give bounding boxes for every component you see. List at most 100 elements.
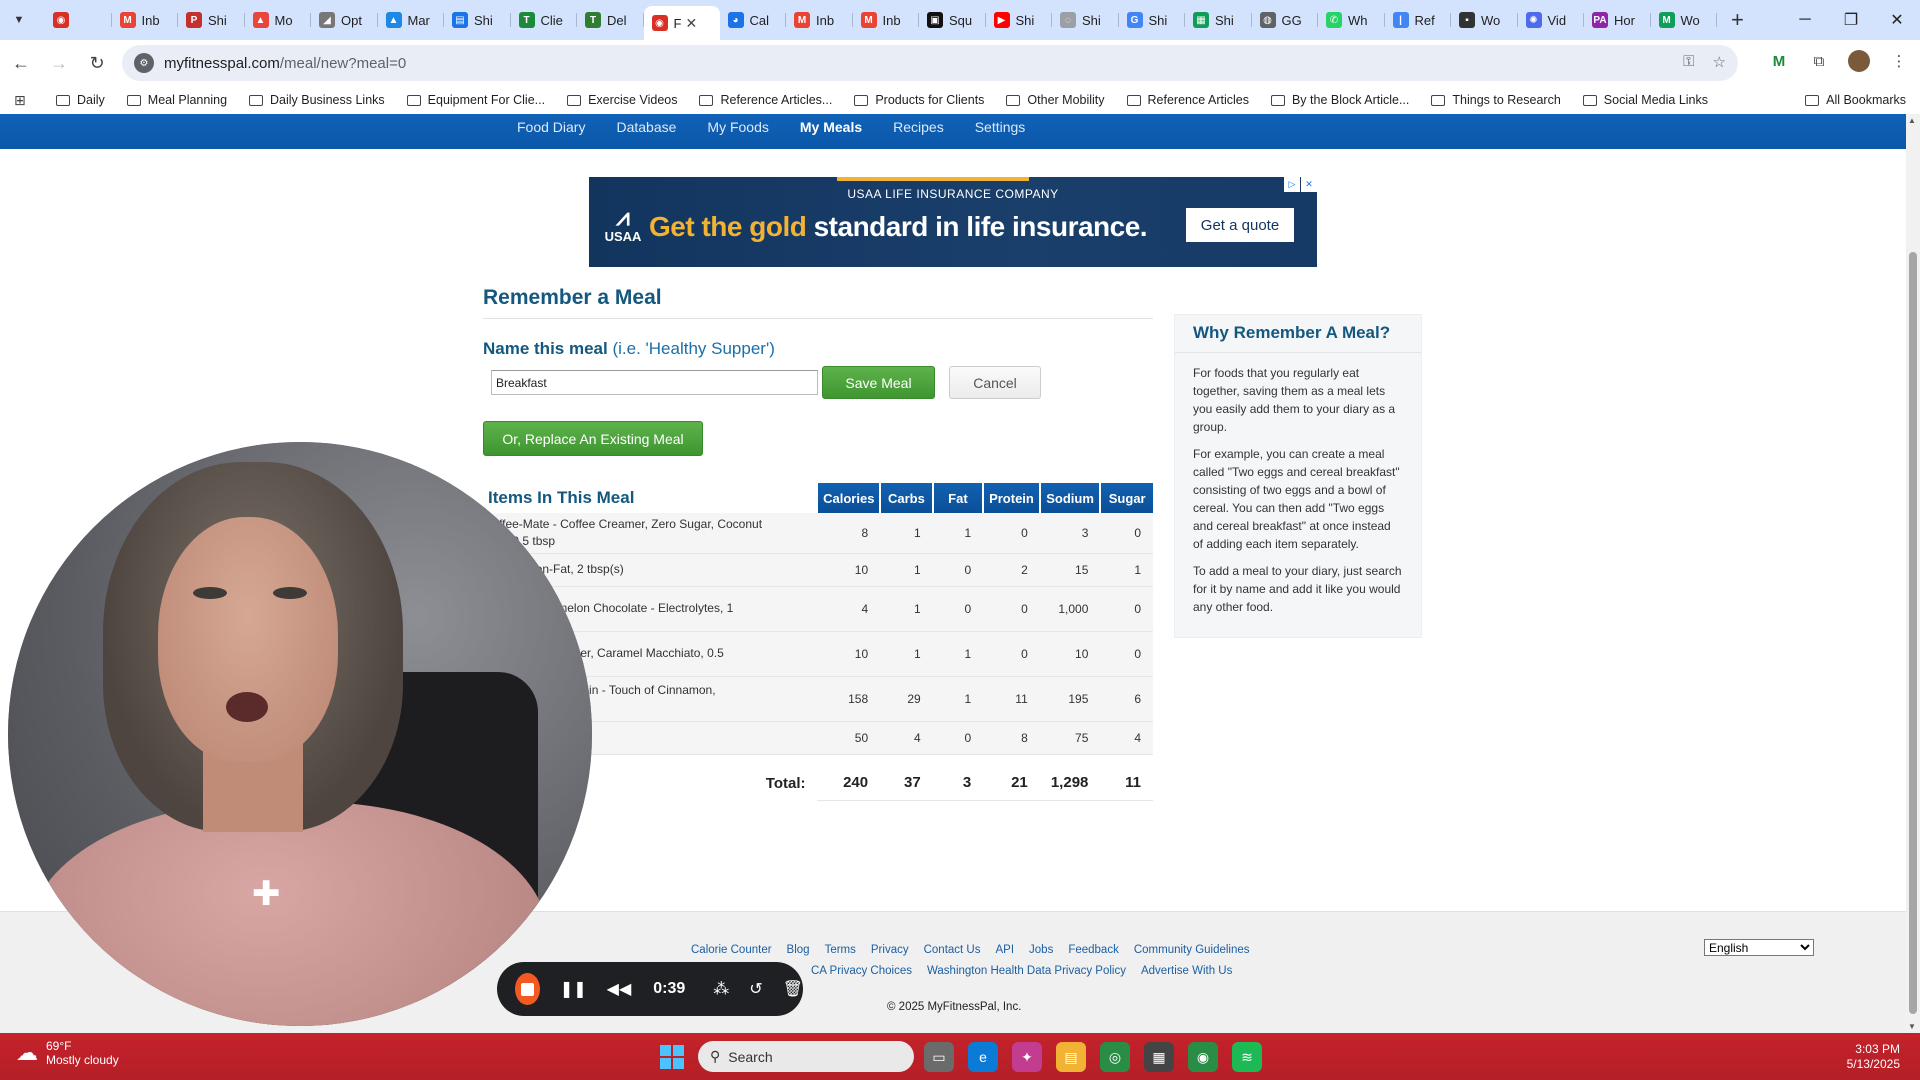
tab-search-icon[interactable]: ▼ bbox=[9, 10, 29, 30]
site-info-icon[interactable]: ⚙ bbox=[134, 53, 154, 73]
scroll-up-icon[interactable]: ▲ bbox=[1908, 116, 1916, 125]
ad-get-quote-button[interactable]: Get a quote bbox=[1186, 208, 1294, 242]
browser-tab[interactable]: P Shi bbox=[178, 4, 245, 36]
browser-tab[interactable]: M Inb bbox=[786, 4, 853, 36]
close-window-button[interactable]: ✕ bbox=[1874, 0, 1920, 40]
chrome-active-icon[interactable]: ◉ bbox=[1188, 1042, 1218, 1072]
footer-link[interactable]: Calorie Counter bbox=[691, 944, 772, 956]
scroll-thumb[interactable] bbox=[1909, 252, 1917, 1014]
scroll-down-icon[interactable]: ▼ bbox=[1908, 1022, 1916, 1031]
footer-link[interactable]: CA Privacy Choices bbox=[811, 965, 912, 977]
close-tab-icon[interactable]: ✕ bbox=[685, 15, 697, 32]
browser-tab[interactable]: ▦ Shi bbox=[1185, 4, 1252, 36]
footer-link[interactable]: Privacy bbox=[871, 944, 909, 956]
bookmark-folder[interactable]: Reference Articles... bbox=[699, 93, 832, 107]
rewind-icon[interactable]: ◀◀ bbox=[607, 979, 632, 999]
browser-tab[interactable]: ◌ Shi bbox=[1052, 4, 1119, 36]
bookmark-folder[interactable]: Exercise Videos bbox=[567, 93, 677, 107]
bookmark-folder[interactable]: Reference Articles bbox=[1126, 93, 1249, 107]
bookmark-folder[interactable]: Things to Research bbox=[1431, 93, 1561, 107]
extension-m-icon[interactable]: M bbox=[1768, 50, 1790, 72]
footer-link[interactable]: Community Guidelines bbox=[1134, 944, 1250, 956]
browser-tab[interactable]: ◍ GG bbox=[1252, 4, 1319, 36]
browser-tab[interactable]: M Wo bbox=[1651, 4, 1718, 36]
browser-tab[interactable]: ◉ bbox=[45, 4, 112, 36]
browser-tab[interactable]: M Inb bbox=[112, 4, 179, 36]
browser-tab[interactable]: ▲ Mar bbox=[378, 4, 445, 36]
trash-icon[interactable]: 🗑 bbox=[783, 979, 803, 999]
nav-link[interactable]: Recipes bbox=[893, 119, 944, 135]
drawing-tools-icon[interactable]: ⁂ bbox=[713, 979, 729, 999]
taskbar-search[interactable]: ⚲ Search bbox=[698, 1041, 914, 1072]
browser-tab[interactable]: ▪ Wo bbox=[1451, 4, 1518, 36]
webcam-overlay[interactable]: ✚ bbox=[8, 442, 592, 1026]
copilot-icon[interactable]: ✦ bbox=[1012, 1042, 1042, 1072]
footer-link[interactable]: Contact Us bbox=[924, 944, 981, 956]
move-cross-icon[interactable]: ✚ bbox=[252, 874, 281, 914]
browser-tab[interactable]: ▶ Shi bbox=[986, 4, 1053, 36]
nav-link[interactable]: Settings bbox=[975, 119, 1026, 135]
page-scrollbar[interactable]: ▲ ▼ bbox=[1906, 114, 1920, 1033]
browser-tab[interactable]: G Shi bbox=[1119, 4, 1186, 36]
browser-tab[interactable]: ▣ Squ bbox=[919, 4, 986, 36]
browser-tab[interactable]: ◢ Opt bbox=[311, 4, 378, 36]
browser-tab[interactable]: T Del bbox=[577, 4, 644, 36]
browser-menu-icon[interactable]: ⋮ bbox=[1888, 50, 1910, 72]
footer-link[interactable]: Feedback bbox=[1068, 944, 1119, 956]
bookmark-folder[interactable]: By the Block Article... bbox=[1270, 93, 1409, 107]
browser-tab[interactable]: ▤ Shi bbox=[444, 4, 511, 36]
restart-icon[interactable]: ↺ bbox=[749, 979, 762, 999]
bookmark-folder[interactable]: Daily bbox=[56, 93, 105, 107]
adchoices-icon[interactable]: ▷ bbox=[1284, 177, 1300, 192]
browser-tab[interactable]: ✆ Wh bbox=[1318, 4, 1385, 36]
address-bar[interactable]: ⚙ myfitnesspal.com/meal/new?meal=0 ⚿ ☆ bbox=[122, 45, 1738, 81]
meal-name-input[interactable] bbox=[491, 370, 818, 395]
stop-recording-button[interactable] bbox=[515, 973, 540, 1005]
bookmark-star-icon[interactable]: ☆ bbox=[1713, 53, 1726, 71]
back-arrow-icon[interactable]: ← bbox=[4, 46, 38, 80]
url-text[interactable]: myfitnesspal.com/meal/new?meal=0 bbox=[164, 55, 406, 72]
browser-tab[interactable]: ▲ Mo bbox=[245, 4, 312, 36]
nav-link[interactable]: My Meals bbox=[800, 119, 862, 135]
weather-widget[interactable]: ☁ 69°F Mostly cloudy bbox=[16, 1039, 119, 1067]
nav-link[interactable]: Database bbox=[616, 119, 676, 135]
browser-tab[interactable]: ✺ Vid bbox=[1518, 4, 1585, 36]
bookmark-folder[interactable]: Products for Clients bbox=[854, 93, 984, 107]
footer-link[interactable]: Advertise With Us bbox=[1141, 965, 1232, 977]
browser-tab[interactable]: M Inb bbox=[853, 4, 920, 36]
password-key-icon[interactable]: ⚿ bbox=[1683, 53, 1694, 71]
browser-tab[interactable]: ◕ Cal bbox=[720, 4, 787, 36]
nav-link[interactable]: Food Diary bbox=[517, 119, 585, 135]
pause-icon[interactable]: ❚❚ bbox=[560, 979, 587, 999]
start-windows-icon[interactable] bbox=[660, 1045, 684, 1069]
cancel-button[interactable]: Cancel bbox=[949, 366, 1041, 399]
nav-link[interactable]: My Foods bbox=[707, 119, 768, 135]
bookmark-folder[interactable]: Equipment For Clie... bbox=[406, 93, 545, 107]
bookmark-folder[interactable]: Social Media Links bbox=[1582, 93, 1708, 107]
system-clock[interactable]: 3:03 PM 5/13/2025 bbox=[1847, 1042, 1900, 1072]
task-view-icon[interactable]: ▭ bbox=[924, 1042, 954, 1072]
edge-icon[interactable]: e bbox=[968, 1042, 998, 1072]
save-meal-button[interactable]: Save Meal bbox=[822, 366, 935, 399]
chrome-icon[interactable]: ◎ bbox=[1100, 1042, 1130, 1072]
usaa-advertisement[interactable]: USAA LIFE INSURANCE COMPANY ⩘ USAA Get th… bbox=[589, 177, 1317, 267]
ad-close-icon[interactable]: ✕ bbox=[1301, 177, 1317, 192]
forward-arrow-icon[interactable]: → bbox=[42, 46, 76, 80]
browser-tab[interactable]: PA Hor bbox=[1584, 4, 1651, 36]
language-select[interactable]: English bbox=[1704, 939, 1814, 956]
file-explorer-icon[interactable]: ▤ bbox=[1056, 1042, 1086, 1072]
bookmark-folder[interactable]: Meal Planning bbox=[126, 93, 227, 107]
calculator-icon[interactable]: ▦ bbox=[1144, 1042, 1174, 1072]
apps-grid-icon[interactable]: ⊞ bbox=[14, 92, 38, 109]
reload-icon[interactable]: ↻ bbox=[80, 46, 114, 80]
all-bookmarks[interactable]: All Bookmarks bbox=[1805, 93, 1906, 107]
footer-link[interactable]: Washington Health Data Privacy Policy bbox=[927, 965, 1126, 977]
extensions-puzzle-icon[interactable]: ⧉ bbox=[1808, 50, 1830, 72]
spotify-icon[interactable]: ≋ bbox=[1232, 1042, 1262, 1072]
footer-link[interactable]: Terms bbox=[825, 944, 856, 956]
browser-tab[interactable]: ◉ F ✕ bbox=[643, 6, 720, 40]
new-tab-button[interactable]: + bbox=[1731, 7, 1744, 33]
browser-tab[interactable]: | Ref bbox=[1385, 4, 1452, 36]
browser-tab[interactable]: T Clie bbox=[511, 4, 578, 36]
footer-link[interactable]: Blog bbox=[787, 944, 810, 956]
